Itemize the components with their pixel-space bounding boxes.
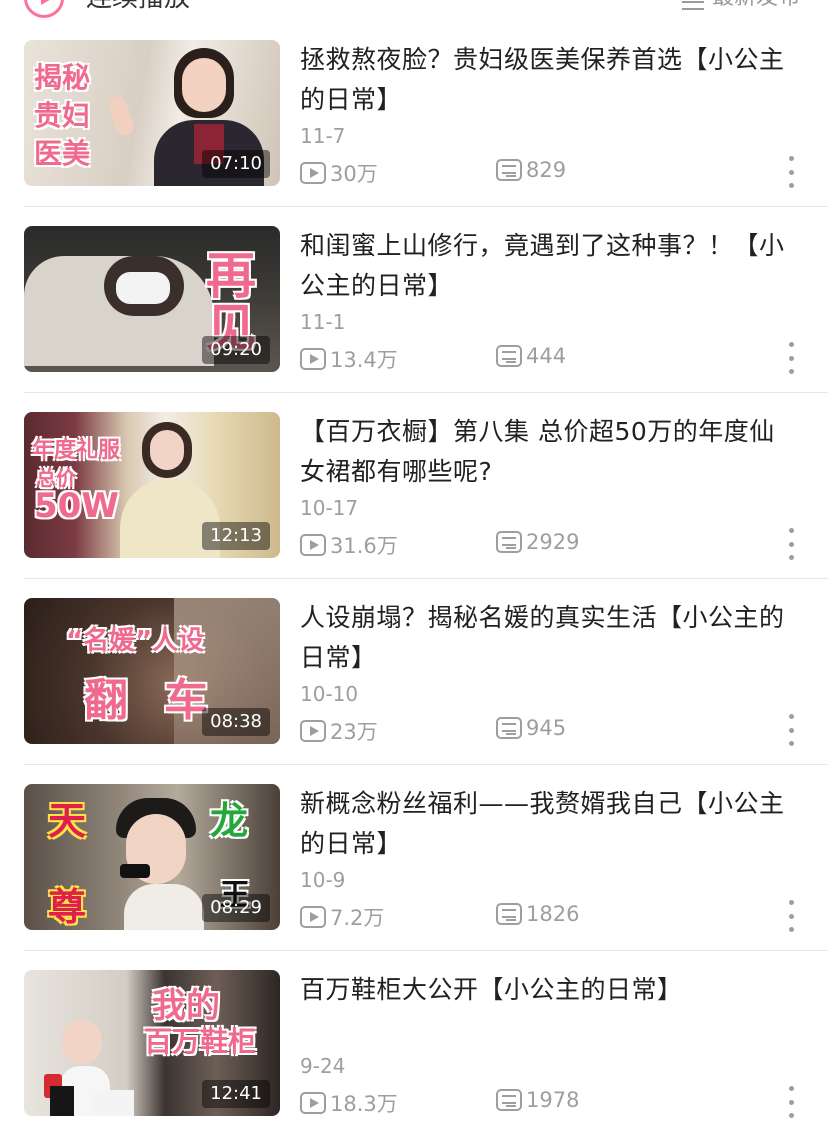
video-title[interactable]: 【百万衣橱】第八集 总价超50万的年度仙女裙都有哪些呢? bbox=[300, 412, 800, 492]
cover-text: 医美 bbox=[34, 137, 91, 170]
video-title[interactable]: 人设崩塌？揭秘名媛的真实生活【小公主的日常】 bbox=[300, 598, 800, 678]
play-count-icon bbox=[300, 720, 326, 742]
view-count-value: 13.4万 bbox=[330, 348, 398, 372]
video-title[interactable]: 和闺蜜上山修行，竟遇到了这种事？！【小公主的日常】 bbox=[300, 226, 800, 306]
cover-text: 50W bbox=[34, 486, 119, 526]
video-thumbnail[interactable]: 揭秘 贵妇 医美 07:10 bbox=[24, 40, 280, 186]
view-count: 13.4万 bbox=[300, 344, 398, 374]
view-count: 18.3万 bbox=[300, 1088, 398, 1118]
video-title[interactable]: 拯救熬夜脸？贵妇级医美保养首选【小公主的日常】 bbox=[300, 40, 800, 120]
video-date: 10-9 bbox=[300, 868, 346, 892]
danmaku-count-value: 444 bbox=[526, 344, 567, 368]
more-options-icon[interactable] bbox=[784, 714, 798, 746]
cover-text: 尊 bbox=[48, 885, 87, 929]
play-circle-icon bbox=[24, 0, 64, 18]
video-date: 11-7 bbox=[300, 124, 346, 148]
view-count-value: 31.6万 bbox=[330, 534, 398, 558]
play-count-icon bbox=[300, 162, 326, 184]
more-options-icon[interactable] bbox=[784, 528, 798, 560]
video-thumbnail[interactable]: 天 尊 龙 王 08:29 bbox=[24, 784, 280, 930]
danmaku-icon bbox=[496, 1089, 522, 1111]
view-count: 30万 bbox=[300, 158, 378, 188]
video-item[interactable]: “名媛”人设 翻 车 08:38 人设崩塌？揭秘名媛的真实生活【小公主的日常】 … bbox=[0, 578, 828, 784]
sort-list-icon bbox=[681, 0, 704, 10]
cover-text: 贵妇 bbox=[34, 99, 91, 132]
danmaku-count-value: 1978 bbox=[526, 1088, 580, 1112]
video-item[interactable]: 揭秘 贵妇 医美 07:10 拯救熬夜脸？贵妇级医美保养首选【小公主的日常】 1… bbox=[0, 40, 828, 226]
video-item[interactable]: 年度礼服 总价 50W 12:13 【百万衣橱】第八集 总价超50万的年度仙女裙… bbox=[0, 392, 828, 598]
view-count: 23万 bbox=[300, 716, 378, 746]
cover-text: 天 bbox=[48, 799, 87, 843]
danmaku-count-value: 945 bbox=[526, 716, 567, 740]
cover-text: 百万鞋柜 bbox=[144, 1025, 257, 1058]
play-count-icon bbox=[300, 348, 326, 370]
play-count-icon bbox=[300, 534, 326, 556]
video-thumbnail[interactable]: “名媛”人设 翻 车 08:38 bbox=[24, 598, 280, 744]
play-count-icon bbox=[300, 1092, 326, 1114]
video-item[interactable]: 天 尊 龙 王 08:29 新概念粉丝福利——我赘婿我自己【小公主的日常】 10… bbox=[0, 764, 828, 970]
video-thumbnail[interactable]: 年度礼服 总价 50W 12:13 bbox=[24, 412, 280, 558]
danmaku-count: 1826 bbox=[496, 902, 579, 926]
video-item[interactable]: 再 见 09:20 和闺蜜上山修行，竟遇到了这种事？！【小公主的日常】 11-1… bbox=[0, 206, 828, 412]
video-duration: 09:20 bbox=[202, 336, 270, 364]
danmaku-icon bbox=[496, 531, 522, 553]
view-count-value: 7.2万 bbox=[330, 906, 385, 930]
cover-text: 年度礼服 bbox=[32, 438, 121, 463]
danmaku-count: 444 bbox=[496, 344, 566, 368]
video-list: 揭秘 贵妇 医美 07:10 拯救熬夜脸？贵妇级医美保养首选【小公主的日常】 1… bbox=[0, 40, 828, 1130]
play-count-icon bbox=[300, 906, 326, 928]
view-count: 31.6万 bbox=[300, 530, 398, 560]
danmaku-count-value: 1826 bbox=[526, 902, 580, 926]
video-title[interactable]: 新概念粉丝福利——我赘婿我自己【小公主的日常】 bbox=[300, 784, 800, 864]
sort-label: 最新发布 bbox=[712, 0, 800, 16]
video-date: 10-10 bbox=[300, 682, 359, 706]
autoplay-toggle[interactable]: 连续播放 bbox=[24, 0, 190, 18]
danmaku-count: 2929 bbox=[496, 530, 579, 554]
autoplay-label: 连续播放 bbox=[86, 0, 190, 18]
video-thumbnail[interactable]: 再 见 09:20 bbox=[24, 226, 280, 372]
view-count-value: 18.3万 bbox=[330, 1092, 398, 1116]
video-item[interactable]: 我的 百万鞋柜 12:41 百万鞋柜大公开【小公主的日常】 9-24 18.3万… bbox=[0, 950, 828, 1130]
video-duration: 07:10 bbox=[202, 150, 270, 178]
video-duration: 12:13 bbox=[202, 522, 270, 550]
video-duration: 08:29 bbox=[202, 894, 270, 922]
danmaku-count: 945 bbox=[496, 716, 566, 740]
danmaku-icon bbox=[496, 717, 522, 739]
danmaku-count-value: 829 bbox=[526, 158, 567, 182]
video-date: 11-1 bbox=[300, 310, 346, 334]
cover-text: 翻 bbox=[84, 675, 128, 726]
video-title[interactable]: 百万鞋柜大公开【小公主的日常】 bbox=[300, 970, 800, 1010]
more-options-icon[interactable] bbox=[784, 1086, 798, 1118]
cover-text: 龙 bbox=[210, 799, 249, 843]
cover-text: “名媛”人设 bbox=[66, 626, 205, 656]
video-date: 9-24 bbox=[300, 1054, 346, 1078]
cover-text: 揭秘 bbox=[34, 61, 91, 94]
more-options-icon[interactable] bbox=[784, 900, 798, 932]
view-count-value: 30万 bbox=[330, 162, 378, 186]
danmaku-count: 829 bbox=[496, 158, 566, 182]
video-date: 10-17 bbox=[300, 496, 359, 520]
view-count-value: 23万 bbox=[330, 720, 378, 744]
top-bar: 连续播放 最新发布 bbox=[0, 0, 828, 28]
danmaku-icon bbox=[496, 345, 522, 367]
more-options-icon[interactable] bbox=[784, 342, 798, 374]
sort-button[interactable]: 最新发布 bbox=[681, 0, 800, 16]
danmaku-icon bbox=[496, 903, 522, 925]
more-options-icon[interactable] bbox=[784, 156, 798, 188]
video-duration: 08:38 bbox=[202, 708, 270, 736]
danmaku-count: 1978 bbox=[496, 1088, 579, 1112]
video-duration: 12:41 bbox=[202, 1080, 270, 1108]
view-count: 7.2万 bbox=[300, 902, 384, 932]
danmaku-count-value: 2929 bbox=[526, 530, 580, 554]
danmaku-icon bbox=[496, 159, 522, 181]
video-thumbnail[interactable]: 我的 百万鞋柜 12:41 bbox=[24, 970, 280, 1116]
